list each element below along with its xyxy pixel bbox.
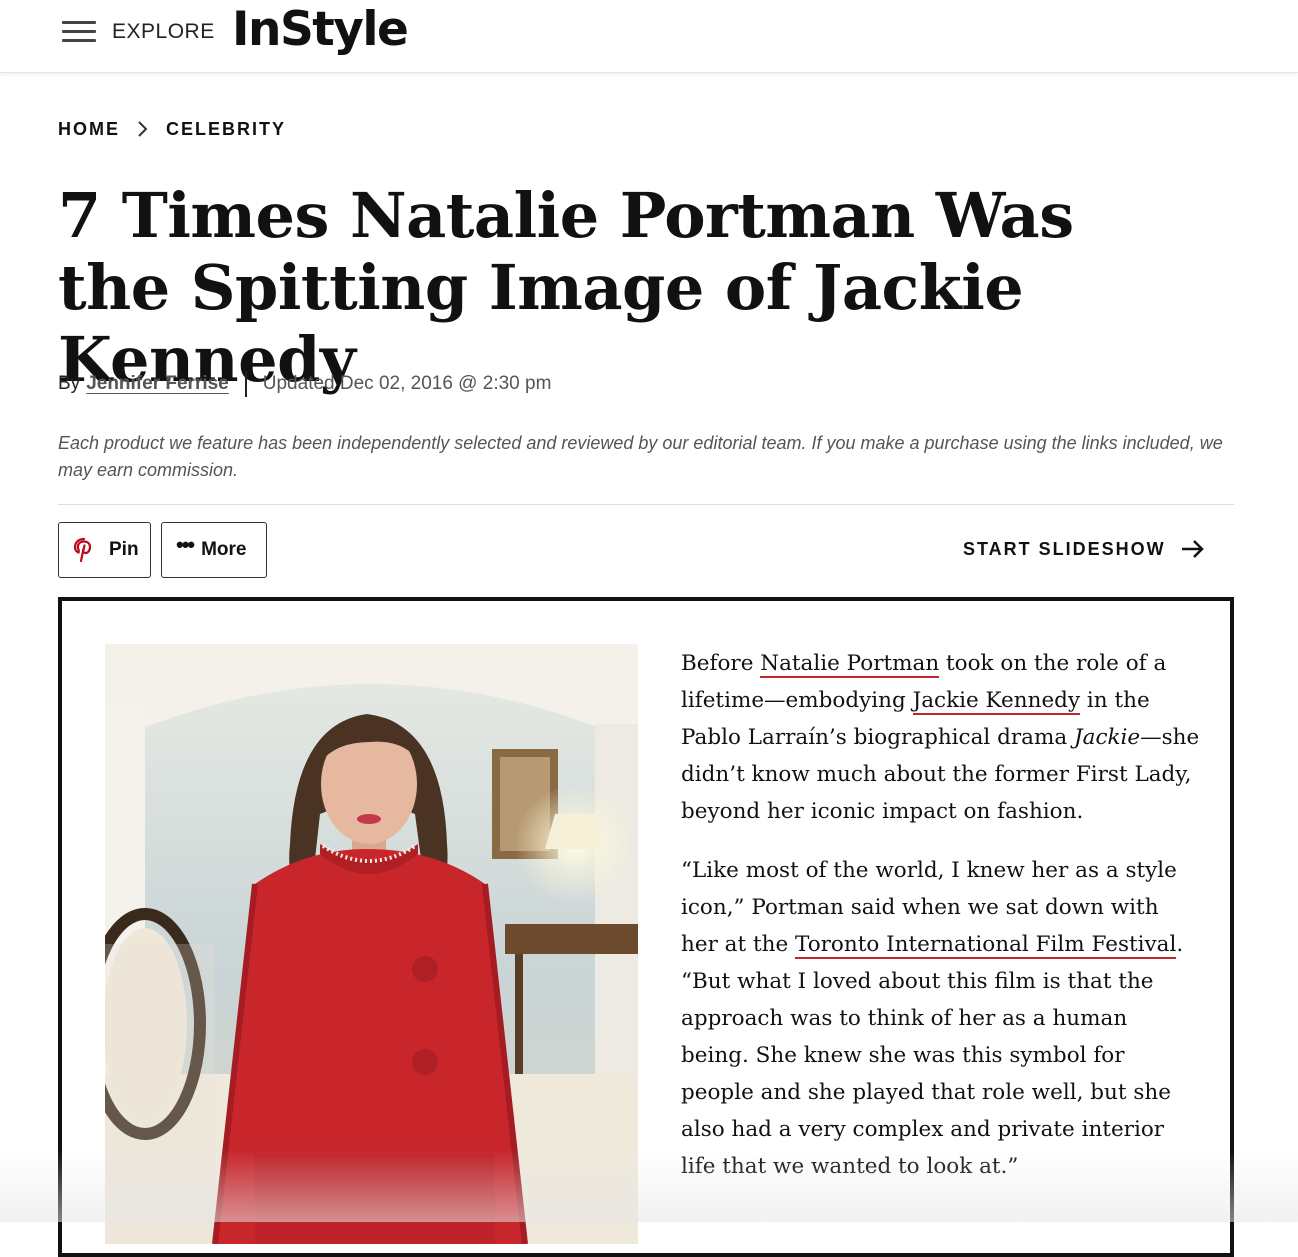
more-button[interactable]: ••• More — [161, 522, 267, 578]
byline-prefix: By — [58, 373, 81, 394]
slideshow-label: START SLIDESHOW — [963, 538, 1166, 559]
breadcrumb-home[interactable]: HOME — [58, 119, 120, 140]
pin-button[interactable]: Pin — [58, 522, 151, 578]
start-slideshow-button[interactable]: START SLIDESHOW — [963, 538, 1206, 560]
ellipsis-icon: ••• — [176, 532, 195, 557]
film-title: Jackie — [1074, 725, 1141, 750]
caption-paragraph: Before Natalie Portman took on the role … — [681, 645, 1201, 830]
caption-paragraph: “Like most of the world, I knew her as a… — [681, 852, 1201, 1185]
breadcrumb-celebrity[interactable]: CELEBRITY — [166, 119, 286, 140]
breadcrumb: HOME CELEBRITY — [58, 118, 286, 140]
updated-date: Updated Dec 02, 2016 @ 2:30 pm — [262, 373, 552, 394]
explore-button[interactable]: EXPLORE — [112, 20, 215, 44]
chevron-right-icon — [138, 121, 148, 137]
jackie-kennedy-link[interactable]: Jackie Kennedy — [912, 688, 1081, 715]
text-run: Before — [681, 651, 761, 676]
text-run: . “But what I loved about this film is t… — [681, 932, 1184, 1179]
woman-in-red-suit-photo — [105, 644, 638, 1244]
divider — [58, 504, 1234, 505]
natalie-portman-link[interactable]: Natalie Portman — [760, 651, 940, 678]
slide-caption: Before Natalie Portman took on the role … — [681, 645, 1201, 1207]
byline: By Jennifer Ferrise Updated Dec 02, 2016… — [58, 371, 551, 397]
article-title: 7 Times Natalie Portman Was the Spitting… — [58, 179, 1074, 396]
author-link[interactable]: Jennifer Ferrise — [86, 373, 229, 395]
slide-image — [105, 644, 638, 1244]
site-header: EXPLORE InStyle — [0, 0, 1298, 73]
tiff-link[interactable]: Toronto International Film Festival — [795, 932, 1177, 959]
pinterest-icon — [73, 537, 92, 563]
instyle-logo[interactable]: InStyle — [232, 2, 409, 57]
arrow-right-icon — [1181, 540, 1204, 558]
commission-disclaimer: Each product we feature has been indepen… — [58, 433, 1223, 480]
byline-divider — [244, 371, 247, 397]
hamburger-icon[interactable] — [62, 21, 96, 43]
pin-label: Pin — [109, 539, 139, 560]
more-label: More — [201, 539, 247, 560]
